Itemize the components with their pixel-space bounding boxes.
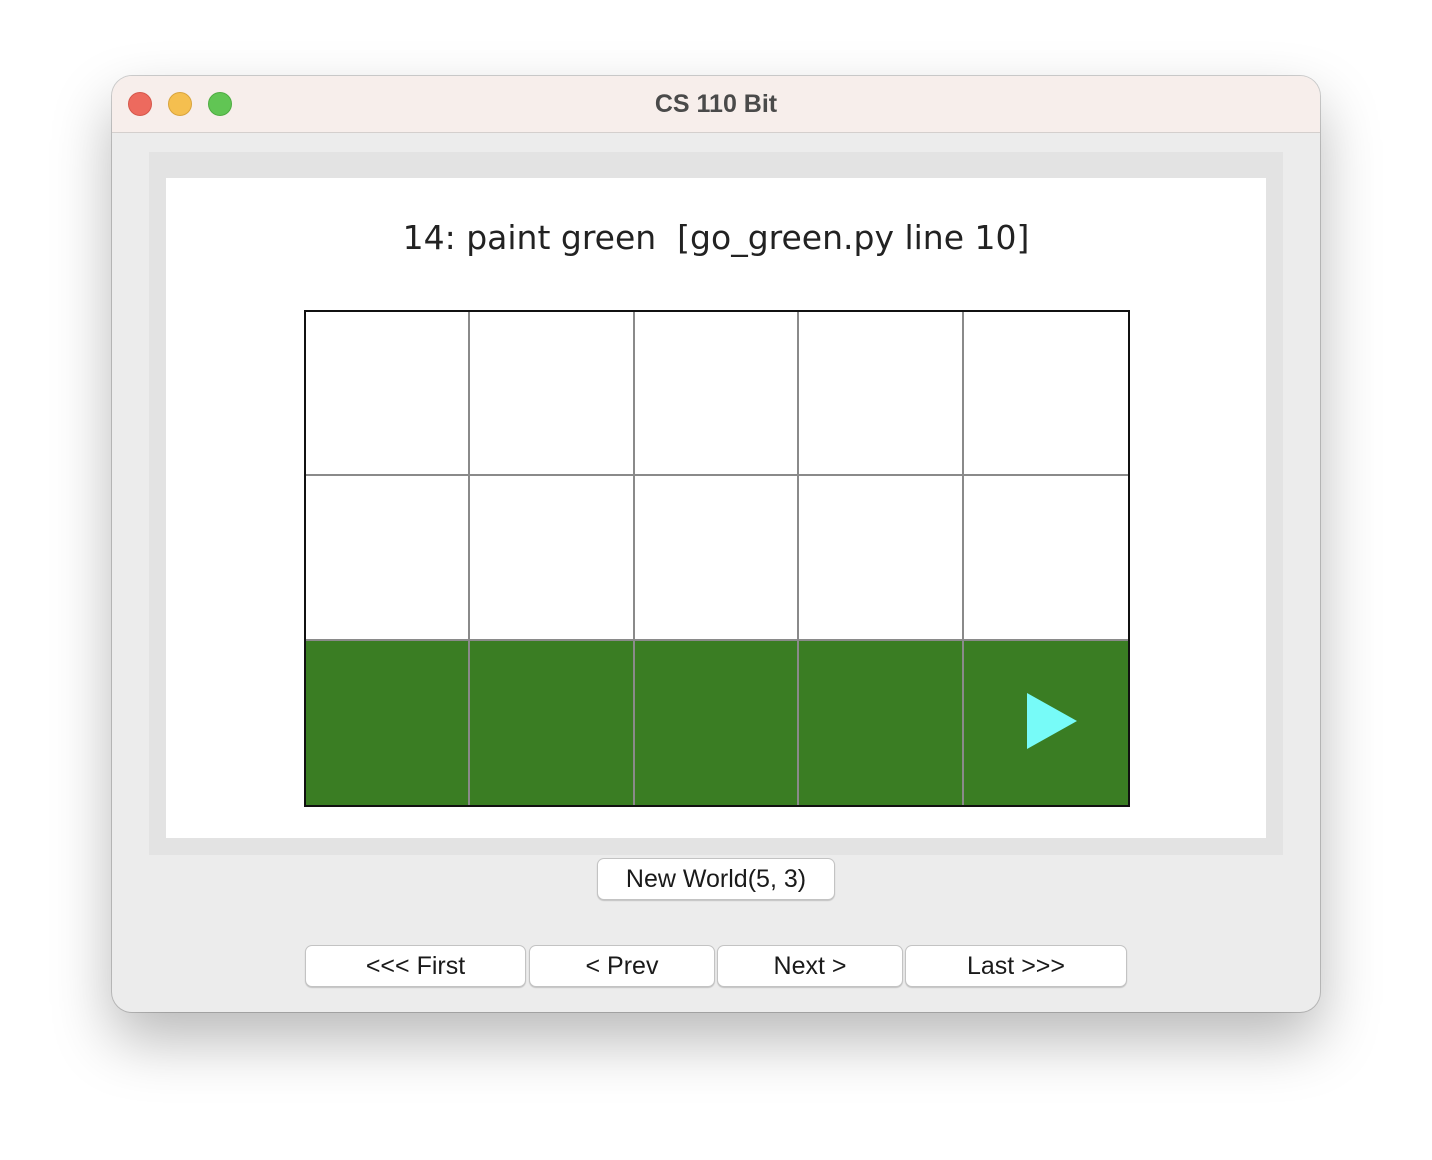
grid-cell-r1-c0 — [306, 476, 471, 641]
grid-cell-r1-c2 — [634, 476, 800, 641]
grid-cell-r0-c4 — [963, 312, 1128, 477]
grid-cell-r0-c2 — [634, 312, 800, 477]
grid-cell-r1-c3 — [799, 476, 964, 641]
grid-cell-r0-c0 — [306, 312, 471, 477]
first-button[interactable]: <<< First — [305, 945, 526, 987]
grid-cell-r2-c0 — [306, 640, 471, 805]
grid-cell-r2-c1 — [470, 640, 635, 805]
step-status-text: 14: paint green [go_green.py line 10] — [402, 218, 1030, 257]
grid-cell-r2-c2 — [634, 640, 800, 805]
last-button[interactable]: Last >>> — [905, 945, 1127, 987]
grid-cell-r2-c4 — [963, 640, 1128, 805]
window-title: CS 110 Bit — [654, 90, 778, 118]
bit-arrow-right-icon — [1026, 692, 1077, 749]
grid-cell-r2-c3 — [799, 640, 964, 805]
grid-cell-r0-c3 — [799, 312, 964, 477]
app-window: CS 110 Bit 14: paint green [go_green.py … — [112, 76, 1320, 1012]
grid-cell-r0-c1 — [470, 312, 635, 477]
grid-cell-r1-c4 — [963, 476, 1128, 641]
world-canvas: 14: paint green [go_green.py line 10] — [166, 178, 1266, 838]
prev-button[interactable]: < Prev — [529, 945, 715, 987]
canvas-frame: 14: paint green [go_green.py line 10] — [149, 152, 1283, 855]
next-button[interactable]: Next > — [717, 945, 903, 987]
world-grid — [304, 310, 1130, 807]
title-bar[interactable]: CS 110 Bit — [112, 76, 1320, 133]
new-world-button[interactable]: New World(5, 3) — [597, 858, 835, 900]
grid-cell-r1-c1 — [470, 476, 635, 641]
